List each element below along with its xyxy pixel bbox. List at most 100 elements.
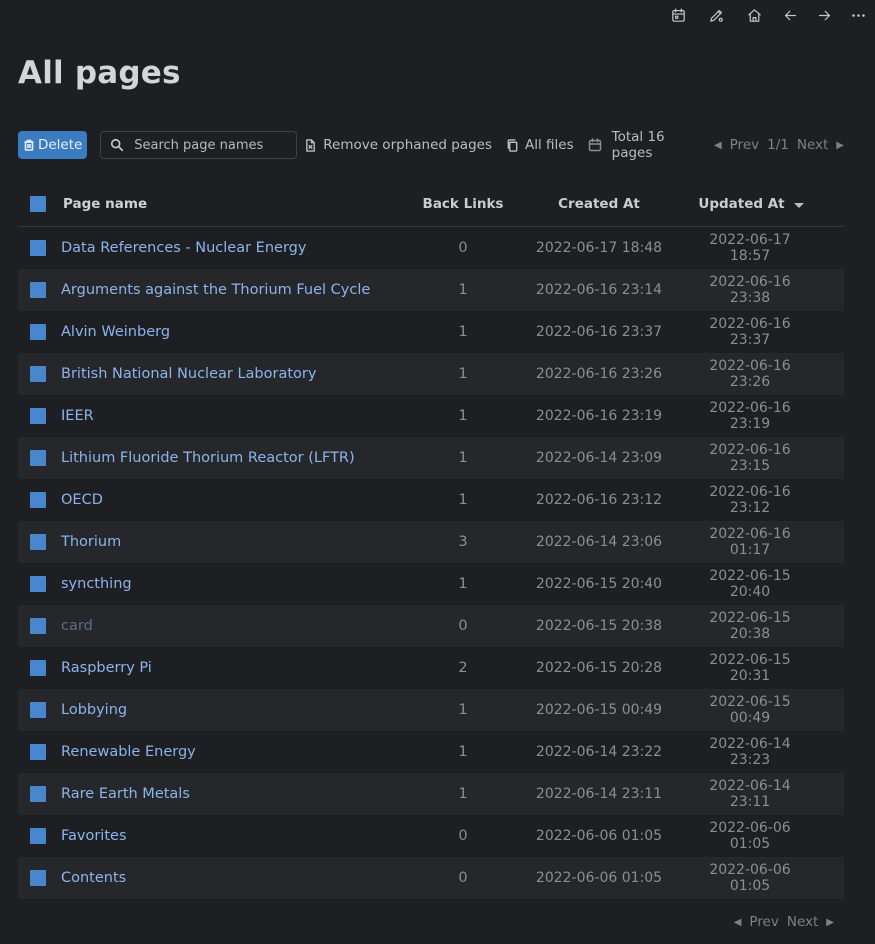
page-name-link[interactable]: Thorium [61,534,422,550]
updated-at: 2022-06-14 23:23 [709,736,791,768]
journals-button[interactable] [659,1,697,29]
updated-at: 2022-06-16 23:12 [709,484,791,516]
created-at: 2022-06-16 23:19 [535,408,663,424]
page-name-link[interactable]: IEER [61,408,422,424]
table-row: Lobbying 1 2022-06-15 00:49 2022-06-15 00:4… [18,689,844,731]
table-row: Alvin Weinberg 1 2022-06-16 23:37 2022-06-1… [18,311,844,353]
remove-orphaned-button[interactable]: Remove orphaned pages [304,137,492,153]
table-row: Raspberry Pi 2 2022-06-15 20:28 2022-06-15 … [18,647,844,689]
row-checkbox[interactable] [30,828,46,844]
search-input[interactable] [132,136,297,154]
page-name-link[interactable]: Rare Earth Metals [61,786,422,802]
row-checkbox[interactable] [30,870,46,886]
chevron-right-icon: ▶ [836,139,844,151]
row-checkbox[interactable] [30,660,46,676]
row-checkbox[interactable] [30,744,46,760]
search-icon [111,138,124,152]
back-button[interactable] [773,1,807,29]
row-checkbox[interactable] [30,324,46,340]
page-name-link[interactable]: Contents [61,870,422,886]
updated-at: 2022-06-06 01:05 [709,862,791,894]
page-name-link[interactable]: Alvin Weinberg [61,324,422,340]
page-name-link[interactable]: Data References - Nuclear Energy [61,240,422,256]
created-at: 2022-06-14 23:06 [535,534,663,550]
table-header: Page name Back Links Created At Updated … [18,181,844,227]
updated-at: 2022-06-16 23:37 [709,316,791,348]
column-header-created-at[interactable]: Created At [504,196,694,212]
next-page-button[interactable]: Next [797,137,828,153]
column-header-back-links[interactable]: Back Links [422,196,504,212]
page-name-link[interactable]: Lithium Fluoride Thorium Reactor (LFTR) [61,450,422,466]
page-indicator: 1/1 [767,137,789,153]
bottom-pager: ◀ Prev Next ▶ [730,914,838,930]
sort-desc-icon [793,202,804,208]
back-links-count: 1 [458,408,468,424]
created-at: 2022-06-17 18:48 [535,240,663,256]
table-row: card 0 2022-06-15 20:38 2022-06-15 20:38 [18,605,844,647]
row-checkbox[interactable] [30,576,46,592]
created-at: 2022-06-14 23:09 [535,450,663,466]
updated-at: 2022-06-14 23:11 [709,778,791,810]
forward-button[interactable] [807,1,841,29]
column-header-page-name[interactable]: Page name [63,196,422,212]
prev-page-button[interactable]: Prev [749,914,778,930]
prev-page-button[interactable]: Prev [730,137,759,153]
page-name-link[interactable]: British National Nuclear Laboratory [61,366,422,382]
updated-at: 2022-06-16 23:38 [709,274,791,306]
page-name-link[interactable]: Arguments against the Thorium Fuel Cycle [61,282,422,298]
row-checkbox[interactable] [30,408,46,424]
home-button[interactable] [735,1,773,29]
chevron-right-icon: ▶ [826,916,834,928]
updated-at: 2022-06-16 23:15 [709,442,791,474]
table-row: Arguments against the Thorium Fuel Cycle… [18,269,844,311]
updated-at: 2022-06-16 23:26 [709,358,791,390]
column-header-updated-at[interactable]: Updated At [681,196,821,212]
page-name-link[interactable]: card [61,618,422,634]
back-links-count: 2 [458,660,468,676]
back-links-count: 1 [458,282,468,298]
pages-table: Page name Back Links Created At Updated … [18,181,844,899]
row-checkbox[interactable] [30,534,46,550]
search-box[interactable] [100,131,298,159]
select-all-checkbox[interactable] [30,195,46,212]
updated-at: 2022-06-15 20:31 [709,652,791,684]
table-row: Favorites 0 2022-06-06 01:05 2022-06-06 01:… [18,815,844,857]
more-icon [851,13,865,17]
date-filter-button[interactable] [588,138,602,152]
created-at: 2022-06-14 23:22 [535,744,663,760]
next-page-button[interactable]: Next [787,914,818,930]
table-row: Rare Earth Metals 1 2022-06-14 23:11 2022-0… [18,773,844,815]
back-links-count: 3 [458,534,468,550]
row-checkbox[interactable] [30,702,46,718]
created-at: 2022-06-15 20:40 [535,576,663,592]
row-checkbox[interactable] [30,240,46,256]
row-checkbox[interactable] [30,366,46,382]
created-at: 2022-06-15 00:49 [535,702,663,718]
pages-toolbar: Delete Remove orphaned pages All files T… [18,129,848,161]
calendar-icon [588,138,601,152]
all-files-button[interactable]: All files [506,137,574,153]
page-name-link[interactable]: OECD [61,492,422,508]
page-name-link[interactable]: syncthing [61,576,422,592]
row-checkbox[interactable] [30,450,46,466]
updated-at: 2022-06-15 20:40 [709,568,791,600]
table-row: Data References - Nuclear Energy 0 2022-06… [18,227,844,269]
page-name-link[interactable]: Lobbying [61,702,422,718]
page-name-link[interactable]: Raspberry Pi [61,660,422,676]
table-row: British National Nuclear Laboratory 1 2022… [18,353,844,395]
delete-button[interactable]: Delete [18,131,88,159]
table-row: Contents 0 2022-06-06 01:05 2022-06-06 01:0… [18,857,844,899]
row-checkbox[interactable] [30,282,46,298]
row-checkbox[interactable] [30,492,46,508]
page-name-link[interactable]: Renewable Energy [61,744,422,760]
row-checkbox[interactable] [30,786,46,802]
more-button[interactable] [841,1,875,29]
row-checkbox[interactable] [30,618,46,634]
created-at: 2022-06-16 23:12 [535,492,663,508]
page-name-link[interactable]: Favorites [61,828,422,844]
top-toolbar [0,0,875,30]
back-links-count: 1 [458,744,468,760]
table-row: Thorium 3 2022-06-14 23:06 2022-06-16 01:17 [18,521,844,563]
back-links-count: 0 [458,240,468,256]
whiteboard-button[interactable] [697,1,735,29]
